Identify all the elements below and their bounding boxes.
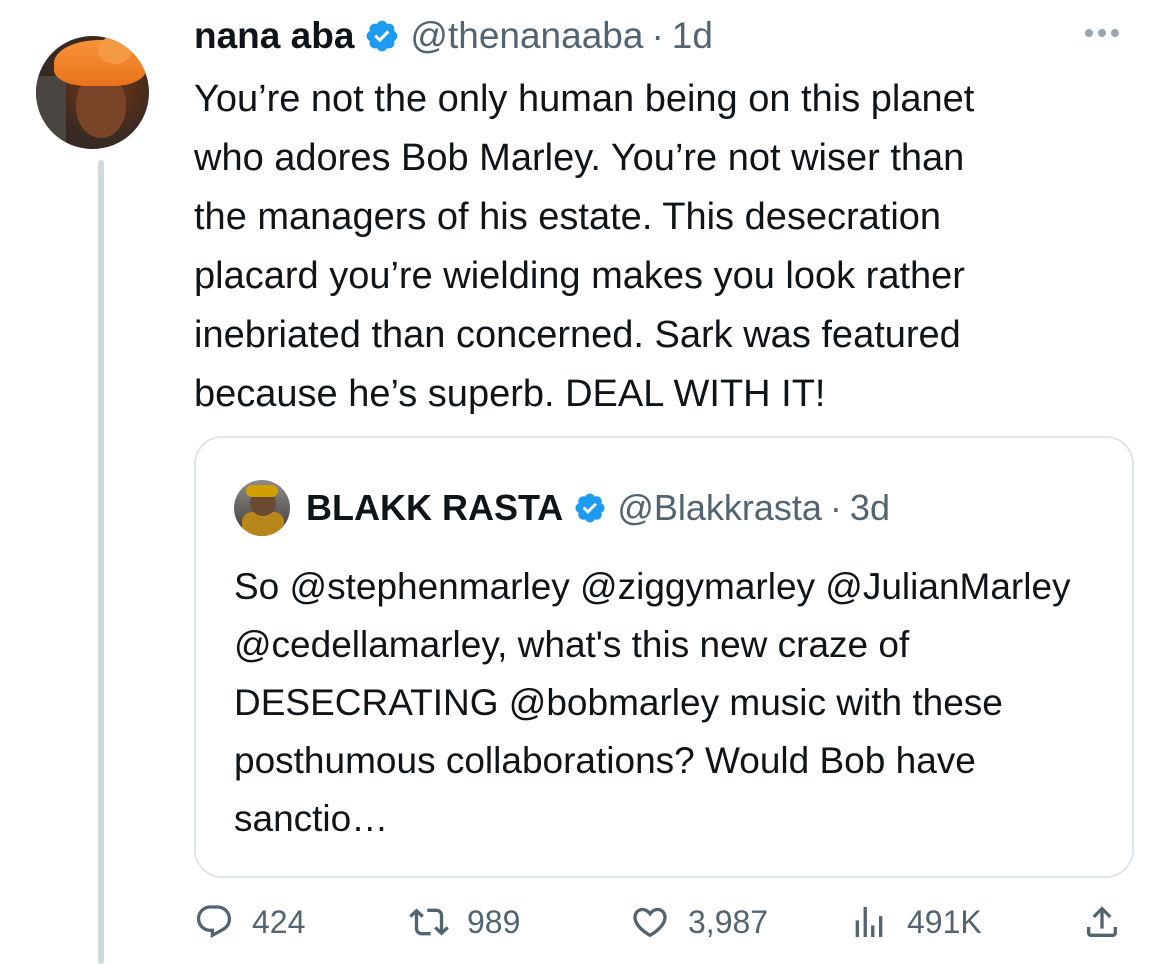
quoted-tweet-time: 3d: [849, 487, 890, 528]
quoted-tweet-header: BLAKK RASTA @Blakkrasta · 3d: [306, 486, 890, 530]
reply-count: 424: [252, 903, 306, 940]
tweet-header: nana aba @thenanaaba · 1d: [194, 14, 713, 58]
quoted-author-handle: @Blakkrasta: [617, 487, 822, 528]
retweet-icon: [409, 908, 449, 936]
separator-dot: ·: [651, 15, 664, 56]
retweet-button[interactable]: 989: [409, 902, 520, 942]
reply-icon: [196, 905, 232, 939]
quoted-author-name: BLAKK RASTA: [306, 487, 564, 528]
thread-line: [98, 160, 104, 964]
like-count: 3,987: [688, 903, 769, 940]
quoted-author-avatar: [234, 480, 290, 536]
like-icon: [633, 907, 667, 938]
tweet-text: You’re not the only human being on this …: [194, 78, 975, 415]
views-button[interactable]: 491K: [849, 902, 982, 942]
verified-badge-icon: [367, 20, 398, 52]
like-button[interactable]: 3,987: [630, 902, 768, 942]
author-handle[interactable]: @thenanaaba: [410, 14, 643, 58]
views-count: 491K: [907, 903, 982, 940]
author-name[interactable]: nana aba: [194, 14, 354, 58]
author-avatar[interactable]: [36, 36, 149, 149]
verified-badge-icon: [575, 493, 605, 523]
share-icon: [1087, 906, 1117, 937]
quoted-tweet-text: So @stephenmarley @ziggymarley @JulianMa…: [234, 566, 1071, 839]
separator-dot: ·: [829, 487, 842, 528]
more-options-icon[interactable]: [1085, 24, 1131, 44]
quoted-tweet[interactable]: BLAKK RASTA @Blakkrasta · 3d So @stephen…: [194, 436, 1134, 878]
tweet-actions: 424 989 3,987 491K: [194, 902, 1134, 954]
reply-button[interactable]: 424: [194, 902, 305, 942]
share-button[interactable]: [1082, 902, 1122, 942]
tweet-time[interactable]: 1d: [672, 14, 713, 58]
retweet-count: 989: [467, 903, 521, 940]
views-icon: [855, 907, 883, 937]
